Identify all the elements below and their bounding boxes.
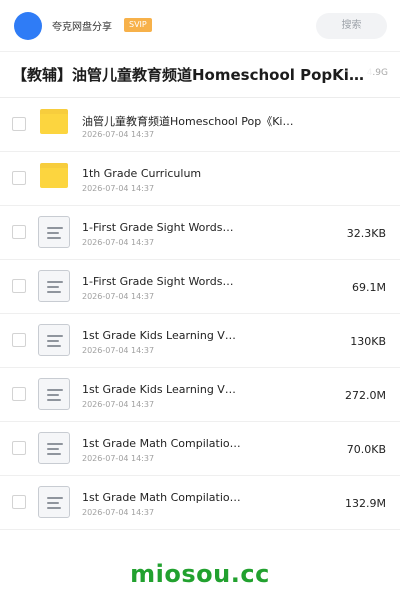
select-checkbox[interactable] <box>12 171 26 185</box>
select-checkbox[interactable] <box>12 279 26 293</box>
search-button[interactable]: 搜索 <box>316 13 387 39</box>
file-date: 2026-07-04 14:37 <box>82 400 155 409</box>
list-item[interactable]: 1st Grade Kids Learning V… 2026-07-04 14… <box>0 314 400 368</box>
header-title: 夸克网盘分享 <box>52 22 112 33</box>
file-size: 132.9M <box>345 497 386 510</box>
file-date: 2026-07-04 14:37 <box>82 292 155 301</box>
document-icon <box>38 270 70 302</box>
document-icon <box>38 432 70 464</box>
select-checkbox[interactable] <box>12 387 26 401</box>
file-name: 1-First Grade Sight Words… <box>82 275 234 288</box>
file-size: 130KB <box>350 335 386 348</box>
list-item[interactable]: 1st Grade Kids Learning V… 2026-07-04 14… <box>0 368 400 422</box>
svip-badge: SVIP <box>124 18 152 32</box>
file-name: 油管儿童教育频道Homeschool Pop《Ki… <box>82 115 294 128</box>
file-size: 32.3KB <box>346 227 386 240</box>
select-checkbox[interactable] <box>12 225 26 239</box>
list-item[interactable]: 1st Grade Math Compilatio… 2026-07-04 14… <box>0 476 400 530</box>
document-icon <box>38 324 70 356</box>
list-item[interactable]: 1-First Grade Sight Words… 2026-07-04 14… <box>0 260 400 314</box>
folder-icon <box>40 109 68 134</box>
file-name: 1st Grade Kids Learning V… <box>82 329 236 342</box>
file-date: 2026-07-04 14:37 <box>82 454 155 463</box>
share-page: 夸克网盘分享 SVIP 搜索 4.9G 【教辅】油管儿童教育频道Homescho… <box>0 0 400 600</box>
avatar[interactable] <box>14 12 42 40</box>
file-name: 1st Grade Kids Learning V… <box>82 383 236 396</box>
file-name: 1th Grade Curriculum <box>82 167 202 180</box>
file-size: 69.1M <box>352 281 386 294</box>
folder-title-row: 4.9G 【教辅】油管儿童教育频道Homeschool PopKids… <box>0 52 400 98</box>
document-icon <box>38 378 70 410</box>
file-date: 2026-07-04 14:37 <box>82 184 155 193</box>
list-item[interactable]: 1st Grade Math Compilatio… 2026-07-04 14… <box>0 422 400 476</box>
select-checkbox[interactable] <box>12 495 26 509</box>
select-checkbox[interactable] <box>12 117 26 131</box>
document-icon <box>38 216 70 248</box>
list-item[interactable]: 1-First Grade Sight Words… 2026-07-04 14… <box>0 206 400 260</box>
select-checkbox[interactable] <box>12 441 26 455</box>
file-name: 1st Grade Math Compilatio… <box>82 491 241 504</box>
file-name: 1-First Grade Sight Words… <box>82 221 234 234</box>
file-list: 油管儿童教育频道Homeschool Pop《Ki… 2026-07-04 14… <box>0 98 400 530</box>
file-size: 272.0M <box>345 389 386 402</box>
file-date: 2026-07-04 14:37 <box>82 508 155 517</box>
file-name: 1st Grade Math Compilatio… <box>82 437 241 450</box>
folder-title: 【教辅】油管儿童教育频道Homeschool PopKids… <box>12 64 372 85</box>
list-item[interactable]: 1th Grade Curriculum 2026-07-04 14:37 <box>0 152 400 206</box>
file-date: 2026-07-04 14:37 <box>82 238 155 247</box>
watermark: miosou.cc <box>130 560 270 588</box>
file-size: 70.0KB <box>346 443 386 456</box>
document-icon <box>38 486 70 518</box>
file-date: 2026-07-04 14:37 <box>82 346 155 355</box>
folder-icon <box>40 163 68 188</box>
list-item[interactable]: 油管儿童教育频道Homeschool Pop《Ki… 2026-07-04 14… <box>0 98 400 152</box>
select-checkbox[interactable] <box>12 333 26 347</box>
header: 夸克网盘分享 SVIP 搜索 <box>0 0 400 52</box>
file-date: 2026-07-04 14:37 <box>82 130 155 139</box>
